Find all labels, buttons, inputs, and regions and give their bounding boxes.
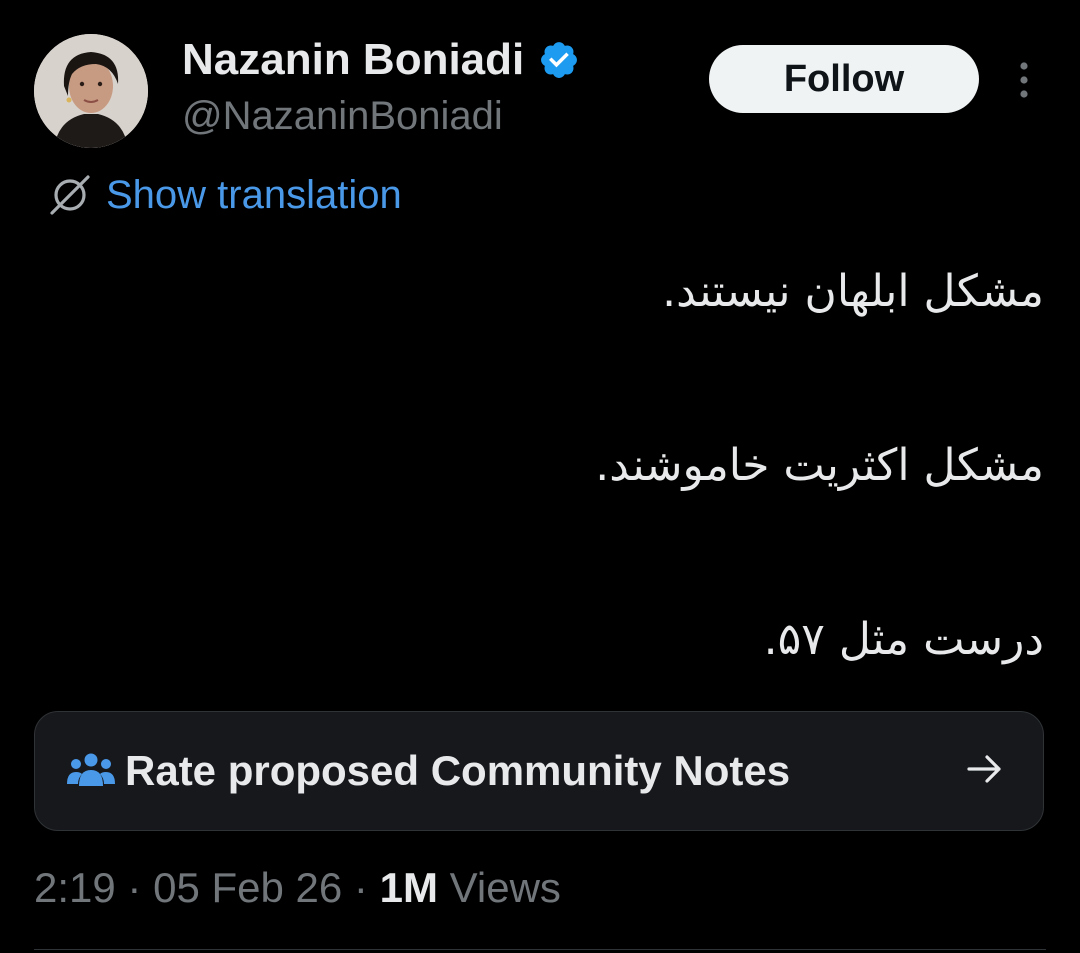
avatar[interactable]	[34, 34, 148, 148]
tweet-text-line: مشکل ابلهان نیستند.	[662, 266, 1044, 317]
display-name-row[interactable]: Nazanin Boniadi	[182, 32, 580, 88]
community-notes-card[interactable]: Rate proposed Community Notes	[34, 711, 1044, 831]
divider	[34, 949, 1046, 950]
meta-separator: ·	[127, 864, 142, 911]
show-translation-label[interactable]: Show translation	[106, 173, 402, 218]
avatar-image	[34, 34, 148, 148]
verified-badge-icon	[541, 42, 578, 78]
user-handle[interactable]: @NazaninBoniadi	[182, 90, 503, 142]
tweet-date[interactable]: 05 Feb 26	[153, 864, 342, 911]
follow-button[interactable]: Follow	[709, 45, 979, 113]
views-count[interactable]: 1M	[380, 864, 438, 911]
tweet-text-line: مشکل اکثریت خاموشند.	[595, 440, 1044, 491]
globe-translate-icon	[50, 175, 90, 215]
more-vertical-icon[interactable]	[1004, 58, 1044, 102]
show-translation-link[interactable]: Show translation	[44, 168, 402, 222]
people-icon	[67, 753, 115, 786]
community-notes-label[interactable]: Rate proposed Community Notes	[125, 744, 790, 798]
meta-separator: ·	[353, 864, 368, 911]
tweet-time[interactable]: 2:19	[34, 864, 116, 911]
views-label[interactable]: Views	[450, 864, 561, 911]
display-name[interactable]: Nazanin Boniadi	[182, 32, 524, 88]
tweet-detail: Nazanin Boniadi @NazaninBoniadi Follow S…	[0, 0, 1080, 953]
tweet-text-line: درست مثل ۵۷.	[763, 614, 1044, 665]
arrow-right-icon	[967, 755, 1001, 783]
tweet-meta: 2:19 · 05 Feb 26 · 1M Views	[34, 860, 561, 916]
